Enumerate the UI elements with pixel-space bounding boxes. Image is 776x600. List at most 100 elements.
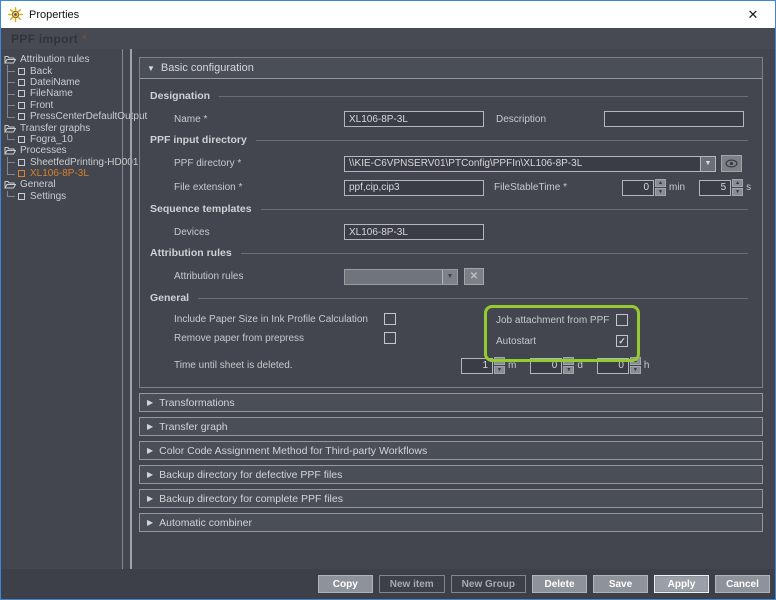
tree-connector bbox=[7, 77, 17, 88]
description-input[interactable] bbox=[604, 111, 744, 127]
tree-group-general[interactable]: General bbox=[1, 179, 122, 190]
tree-item-back[interactable]: Back bbox=[1, 65, 122, 76]
tree-item-front[interactable]: Front bbox=[1, 100, 122, 111]
cancel-button[interactable]: Cancel bbox=[715, 575, 770, 593]
section-title: Automatic combiner bbox=[159, 517, 252, 529]
name-label: Name * bbox=[174, 114, 344, 125]
tree-connector bbox=[7, 88, 17, 99]
tree-group-label: Transfer graphs bbox=[20, 123, 90, 134]
spinner-down-icon[interactable]: ▼ bbox=[630, 366, 641, 374]
section-transformations[interactable]: ▶ Transformations bbox=[139, 393, 763, 412]
tree-item-fogra-10[interactable]: Fogra_10 bbox=[1, 134, 122, 145]
copy-button[interactable]: Copy bbox=[318, 575, 373, 593]
chevron-collapsed-icon: ▶ bbox=[147, 422, 153, 431]
spinner-up-icon[interactable]: ▲ bbox=[655, 179, 666, 187]
description-label: Description bbox=[496, 114, 604, 125]
window-title: Properties bbox=[29, 9, 79, 21]
delete-button[interactable]: Delete bbox=[532, 575, 587, 593]
section-automatic-combiner[interactable]: ▶ Automatic combiner bbox=[139, 513, 763, 532]
tree-item-label: Fogra_10 bbox=[30, 134, 73, 145]
spinner-up-icon[interactable]: ▲ bbox=[732, 179, 743, 187]
new-item-button[interactable]: New item bbox=[379, 575, 445, 593]
remove-paper-row: Remove paper from prepress bbox=[150, 332, 752, 344]
min-unit-label: min bbox=[669, 182, 685, 193]
attribution-rules-combobox[interactable]: ▼ bbox=[344, 269, 458, 285]
tree-leaf-icon bbox=[18, 90, 25, 97]
tree-group-label: Processes bbox=[20, 145, 67, 156]
spinner-down-icon[interactable]: ▼ bbox=[655, 188, 666, 196]
autostart-checkbox[interactable]: ✓ bbox=[616, 335, 628, 347]
ppf-directory-combobox[interactable]: \\KIE-C6VPNSERV01\PTConfig\PPFIn\XL106-8… bbox=[344, 156, 716, 172]
include-paper-size-checkbox[interactable] bbox=[384, 313, 396, 325]
highlight-box-green: Job attachment from PPF Autostart ✓ bbox=[484, 305, 640, 362]
folder-icon bbox=[4, 146, 16, 155]
save-button[interactable]: Save bbox=[593, 575, 648, 593]
tree-connector bbox=[7, 191, 17, 202]
tree-item-settings[interactable]: Settings bbox=[1, 191, 122, 202]
tree-group-processes[interactable]: Processes bbox=[1, 145, 122, 156]
chevron-down-icon[interactable]: ▼ bbox=[442, 270, 457, 284]
apply-button[interactable]: Apply bbox=[654, 575, 709, 593]
autostart-row: Autostart ✓ bbox=[496, 335, 628, 347]
section-basic-configuration-header[interactable]: ▼ Basic configuration bbox=[140, 58, 762, 79]
tree-item-label: XL106-8P-3L bbox=[30, 168, 89, 179]
spinner-down-icon[interactable]: ▼ bbox=[732, 188, 743, 196]
tree-item-presscenterdefaultoutput[interactable]: PressCenterDefaultOutput bbox=[1, 111, 122, 122]
tree-group-attribution-rules[interactable]: Attribution rules bbox=[1, 54, 122, 65]
tree-leaf-icon bbox=[18, 102, 25, 109]
main-panel: ▼ Basic configuration Designation Name *… bbox=[132, 49, 775, 569]
tree-leaf-icon bbox=[18, 113, 25, 120]
name-input[interactable] bbox=[344, 111, 484, 127]
close-icon[interactable]: ✕ bbox=[731, 1, 775, 28]
modified-marker: * bbox=[82, 32, 87, 46]
folder-icon bbox=[4, 55, 16, 64]
file-extension-input[interactable] bbox=[344, 180, 484, 196]
section-title: Backup directory for defective PPF files bbox=[159, 469, 342, 481]
browse-directory-button[interactable] bbox=[721, 155, 742, 172]
spinner-down-icon[interactable]: ▼ bbox=[563, 366, 574, 374]
job-attachment-row: Job attachment from PPF bbox=[496, 314, 628, 326]
devices-input[interactable] bbox=[344, 224, 484, 240]
filestabletime-s-input[interactable] bbox=[699, 180, 731, 196]
tree-leaf-icon bbox=[18, 68, 25, 75]
tree-leaf-icon bbox=[18, 79, 25, 86]
properties-window: Properties ✕ PPF import * Attribution ru… bbox=[0, 0, 776, 600]
filestabletime-min-spinner: ▲ ▼ min bbox=[622, 179, 685, 196]
group-rule bbox=[256, 140, 748, 141]
tree-connector bbox=[7, 111, 17, 122]
tree-group-label: Attribution rules bbox=[20, 54, 89, 65]
chevron-expanded-icon: ▼ bbox=[147, 64, 155, 73]
devices-label: Devices bbox=[174, 227, 344, 238]
devices-row: Devices bbox=[150, 224, 752, 240]
section-basic-configuration: ▼ Basic configuration Designation Name *… bbox=[139, 57, 763, 388]
remove-paper-checkbox[interactable] bbox=[384, 332, 396, 344]
section-title: Color Code Assignment Method for Third-p… bbox=[159, 445, 427, 457]
name-row: Name * Description bbox=[150, 111, 752, 127]
tree-item-dateiname[interactable]: DateiName bbox=[1, 77, 122, 88]
chevron-collapsed-icon: ▶ bbox=[147, 470, 153, 479]
group-general: General bbox=[150, 292, 752, 304]
section-color-code-assignment[interactable]: ▶ Color Code Assignment Method for Third… bbox=[139, 441, 763, 460]
clear-attribution-button[interactable]: ✕ bbox=[464, 268, 484, 285]
spinner-down-icon[interactable]: ▼ bbox=[494, 366, 505, 374]
tree-item-sheetfedprinting-hd001[interactable]: SheetfedPrinting-HD001 bbox=[1, 157, 122, 168]
tree-item-xl106-8p-3l-selected[interactable]: XL106-8P-3L bbox=[1, 168, 122, 179]
file-extension-label: File extension * bbox=[174, 182, 344, 193]
app-sun-icon bbox=[8, 7, 23, 22]
group-attribution-rules: Attribution rules bbox=[150, 247, 752, 259]
job-attachment-checkbox[interactable] bbox=[616, 314, 628, 326]
folder-icon bbox=[4, 124, 16, 133]
chevron-down-icon[interactable]: ▼ bbox=[700, 157, 715, 171]
tree-item-filename[interactable]: FileName bbox=[1, 88, 122, 99]
attribution-rules-label: Attribution rules bbox=[174, 271, 344, 282]
group-rule bbox=[219, 96, 748, 97]
section-backup-defective-ppf[interactable]: ▶ Backup directory for defective PPF fil… bbox=[139, 465, 763, 484]
section-title: Transfer graph bbox=[159, 421, 227, 433]
section-transfer-graph[interactable]: ▶ Transfer graph bbox=[139, 417, 763, 436]
new-group-button[interactable]: New Group bbox=[451, 575, 526, 593]
tree-group-transfer-graphs[interactable]: Transfer graphs bbox=[1, 122, 122, 133]
tree-item-label: Front bbox=[30, 100, 53, 111]
section-backup-complete-ppf[interactable]: ▶ Backup directory for complete PPF file… bbox=[139, 489, 763, 508]
h-unit-label: h bbox=[644, 360, 650, 371]
filestabletime-min-input[interactable] bbox=[622, 180, 654, 196]
